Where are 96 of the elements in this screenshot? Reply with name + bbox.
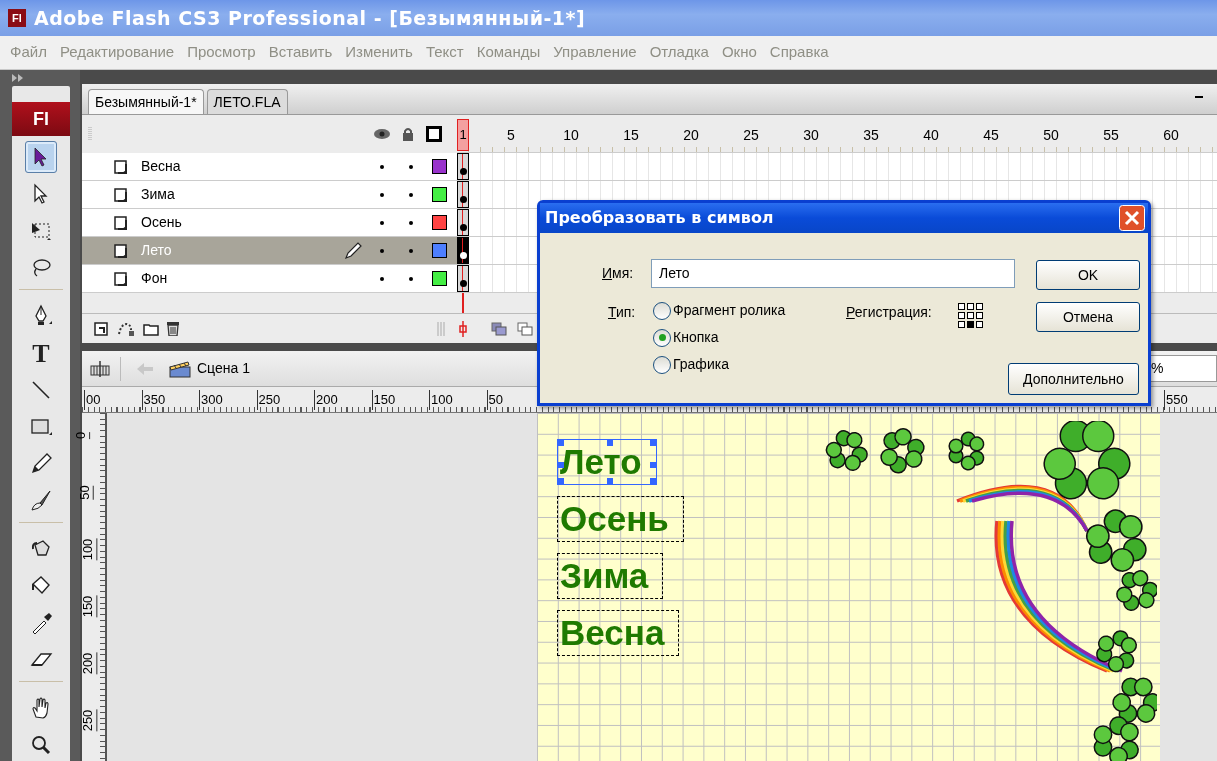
lock-icon[interactable] bbox=[402, 127, 414, 141]
app-icon: Fl bbox=[8, 9, 26, 27]
tool-button[interactable] bbox=[25, 141, 57, 173]
registration-grid[interactable] bbox=[958, 303, 983, 328]
ruler-label: 0 bbox=[73, 431, 91, 440]
frame-number: 55 bbox=[1103, 126, 1119, 145]
stage-text[interactable]: Лето bbox=[557, 439, 657, 485]
zoom-icon bbox=[29, 733, 53, 757]
dialog-button[interactable]: Отмена bbox=[1036, 302, 1140, 332]
layer-icon bbox=[114, 159, 130, 174]
frame-number: 35 bbox=[863, 126, 879, 145]
field-label: Имя: bbox=[602, 264, 634, 283]
document-tab[interactable]: ЛЕТО.FLA bbox=[206, 89, 288, 114]
motion-guide-icon[interactable] bbox=[117, 321, 135, 336]
center-frame-icon[interactable] bbox=[457, 320, 469, 337]
layer-outline-swatch[interactable] bbox=[432, 187, 447, 202]
grip-icon[interactable] bbox=[88, 127, 92, 141]
ruler-label: 350 bbox=[141, 390, 166, 410]
ruler-label: 200 bbox=[314, 390, 338, 410]
scene-name[interactable]: Сцена 1 bbox=[197, 358, 250, 379]
dialog-title: Преобразовать в символ bbox=[545, 207, 774, 229]
dialog-button[interactable]: OK bbox=[1036, 260, 1140, 290]
keyframe[interactable] bbox=[457, 181, 469, 208]
keyframe[interactable] bbox=[457, 265, 469, 292]
ruler-label: 250 bbox=[256, 390, 281, 410]
window-title: Adobe Flash CS3 Professional - [Безымянный-1*] bbox=[34, 5, 586, 31]
frame-number: 40 bbox=[923, 126, 939, 145]
ruler-label: 150 bbox=[371, 390, 396, 410]
frame-number: 60 bbox=[1163, 126, 1179, 145]
ruler-label: 150 bbox=[80, 595, 98, 618]
keyframe[interactable] bbox=[457, 237, 469, 264]
timeline-toggle-icon[interactable] bbox=[90, 360, 110, 377]
outline-icon[interactable] bbox=[426, 126, 442, 142]
frame-number[interactable]: 1 bbox=[457, 119, 469, 151]
layer-icon bbox=[114, 243, 130, 258]
trash-icon[interactable] bbox=[167, 321, 179, 336]
layer-name: Лето bbox=[141, 241, 172, 260]
keyframe[interactable] bbox=[457, 209, 469, 236]
field-label: Тип: bbox=[608, 303, 636, 322]
ruler-label: 50 bbox=[486, 390, 503, 410]
layer-row[interactable]: Осень bbox=[82, 209, 457, 237]
layer-name: Весна bbox=[141, 157, 181, 176]
onion-skin-icon[interactable] bbox=[491, 321, 507, 336]
ruler-label: 300 bbox=[199, 390, 223, 410]
frame-number: 10 bbox=[563, 126, 579, 145]
eye-icon[interactable] bbox=[374, 128, 390, 140]
layer-outline-swatch[interactable] bbox=[432, 159, 447, 174]
stage-text[interactable]: Весна bbox=[557, 610, 680, 656]
advanced-button[interactable]: Дополнительно bbox=[1008, 363, 1139, 395]
close-icon[interactable] bbox=[1119, 205, 1145, 231]
field-label: Регистрация: bbox=[846, 303, 932, 322]
zoom-field[interactable]: % bbox=[1148, 355, 1217, 382]
frame-number: 50 bbox=[1043, 126, 1059, 145]
layer-outline-swatch[interactable] bbox=[432, 271, 447, 286]
stage-text[interactable]: Зима bbox=[557, 553, 664, 599]
layer-outline-swatch[interactable] bbox=[432, 243, 447, 258]
ruler-label: 250 bbox=[80, 709, 98, 732]
folder-icon[interactable] bbox=[143, 321, 159, 336]
app-logo: Fl bbox=[12, 102, 70, 136]
layer-icon bbox=[114, 187, 130, 202]
brush-icon bbox=[29, 489, 53, 513]
new-layer-icon[interactable] bbox=[94, 321, 109, 336]
frame-number: 5 bbox=[507, 126, 515, 145]
pencil-icon bbox=[29, 452, 53, 476]
ruler-label: 00 bbox=[84, 390, 101, 410]
keyframe[interactable] bbox=[457, 153, 469, 180]
ruler-label: 100 bbox=[429, 390, 453, 410]
expand-icon[interactable] bbox=[12, 74, 24, 82]
pencil-icon bbox=[344, 241, 362, 260]
layer-icon bbox=[114, 215, 130, 230]
radio-option[interactable]: Фрагмент ролика bbox=[653, 300, 786, 321]
layer-row[interactable]: Фон bbox=[82, 265, 457, 293]
layer-row[interactable]: Зима bbox=[82, 181, 457, 209]
frame-number: 25 bbox=[743, 126, 759, 145]
stage-text[interactable]: Осень bbox=[557, 496, 684, 542]
radio-option[interactable]: Кнопка bbox=[653, 327, 719, 348]
layer-outline-swatch[interactable] bbox=[432, 215, 447, 230]
layer-icon bbox=[114, 271, 130, 286]
ruler-label: 50 bbox=[76, 485, 94, 500]
ruler-label: 550 bbox=[1164, 390, 1188, 410]
clapperboard-icon bbox=[169, 359, 191, 378]
frame-number: 15 bbox=[623, 126, 639, 145]
layer-row[interactable]: Весна bbox=[82, 153, 457, 181]
ruler-label: 200 bbox=[80, 652, 98, 675]
layer-name: Зима bbox=[141, 185, 175, 204]
name-field[interactable]: Лето bbox=[651, 259, 1015, 288]
radio-option[interactable]: Графика bbox=[653, 354, 729, 375]
frame-number: 30 bbox=[803, 126, 819, 145]
document-tab[interactable]: Безымянный-1* bbox=[88, 89, 204, 114]
frame-number: 20 bbox=[683, 126, 699, 145]
frame-number: 45 bbox=[983, 126, 999, 145]
layer-name: Фон bbox=[141, 269, 168, 288]
layer-name: Осень bbox=[141, 213, 182, 232]
ruler-label: 100 bbox=[80, 538, 98, 561]
onion-outline-icon[interactable] bbox=[517, 321, 533, 336]
resize-handle-icon[interactable] bbox=[437, 321, 445, 336]
